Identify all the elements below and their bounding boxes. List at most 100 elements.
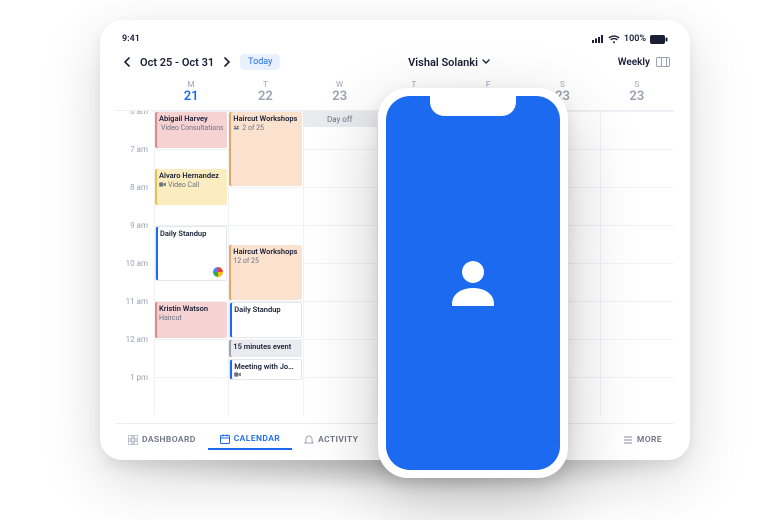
time-slot[interactable] xyxy=(154,339,228,377)
time-slot[interactable] xyxy=(303,225,377,263)
hour-label: 1 pm xyxy=(116,373,154,411)
status-bar: 9:41 100% xyxy=(116,34,674,52)
status-time: 9:41 xyxy=(122,34,140,44)
time-slot[interactable] xyxy=(600,225,674,263)
calendar-event[interactable]: Haircut Workshops2 of 25 xyxy=(229,112,301,186)
time-slot[interactable] xyxy=(600,111,674,149)
time-slot[interactable] xyxy=(228,377,302,415)
event-subtitle: Video Consultations xyxy=(159,124,223,132)
calendar-owner-dropdown[interactable]: Vishal Solanki xyxy=(408,56,490,69)
tab-activity-label: ACTIVITY xyxy=(318,435,358,445)
prev-week-button[interactable] xyxy=(120,55,134,69)
event-title: Daily Standup xyxy=(234,306,296,315)
view-mode-label[interactable]: Weekly xyxy=(618,57,650,68)
day-number: 23 xyxy=(600,89,674,104)
hour-label: 8 am xyxy=(116,183,154,221)
time-slot[interactable] xyxy=(600,263,674,301)
time-slot[interactable] xyxy=(600,377,674,415)
group-icon xyxy=(233,125,240,130)
day-of-week: M xyxy=(154,80,228,89)
phone-notch xyxy=(430,96,516,116)
calendar-event[interactable]: 15 minutes event xyxy=(229,340,301,357)
event-title: Alvaro Hernandez xyxy=(159,172,223,181)
chevron-down-icon xyxy=(482,59,490,65)
calendar-owner-name: Vishal Solanki xyxy=(408,56,478,69)
phone-frame xyxy=(378,88,568,478)
signal-icon xyxy=(592,35,604,43)
day-of-week: S xyxy=(600,80,674,89)
event-subtitle: 2 of 25 xyxy=(233,124,297,132)
video-icon xyxy=(159,182,166,187)
time-slot[interactable] xyxy=(303,149,377,187)
today-button[interactable]: Today xyxy=(240,54,280,70)
time-slot[interactable] xyxy=(600,339,674,377)
time-slot[interactable] xyxy=(303,301,377,339)
person-icon xyxy=(442,252,504,314)
calendar-event[interactable]: Haircut Workshops12 of 25 xyxy=(229,245,301,300)
google-icon xyxy=(213,267,223,277)
tab-activity[interactable]: ACTIVITY xyxy=(292,431,370,449)
calendar-event[interactable]: Daily Standup xyxy=(229,302,301,338)
time-slot[interactable] xyxy=(600,301,674,339)
bell-icon xyxy=(304,435,314,445)
event-title: Abigail Harvey xyxy=(159,115,223,124)
hour-label: 11 am xyxy=(116,297,154,335)
day-of-week: W xyxy=(303,80,377,89)
event-title: 15 minutes event xyxy=(233,343,297,352)
battery-text: 100% xyxy=(624,34,646,44)
calendar-event[interactable]: Alvaro HernandezVideo Call xyxy=(155,169,227,205)
day-header[interactable]: W23 xyxy=(303,80,377,104)
view-columns-icon[interactable] xyxy=(656,57,670,67)
time-slot[interactable] xyxy=(228,187,302,225)
event-subtitle: Haircut xyxy=(159,314,223,322)
hour-label: 10 am xyxy=(116,259,154,297)
battery-icon xyxy=(650,35,668,44)
day-of-week: T xyxy=(228,80,302,89)
wifi-icon xyxy=(608,35,620,44)
next-week-button[interactable] xyxy=(220,55,234,69)
day-header[interactable]: S23 xyxy=(600,80,674,104)
tab-dashboard[interactable]: DASHBOARD xyxy=(116,431,208,449)
hour-label: 7 am xyxy=(116,145,154,183)
time-slot[interactable] xyxy=(303,263,377,301)
event-title: Kristin Watson xyxy=(159,305,223,314)
day-number: 21 xyxy=(154,89,228,104)
time-slot[interactable] xyxy=(600,187,674,225)
date-range[interactable]: Oct 25 - Oct 31 xyxy=(140,56,214,69)
time-slot[interactable] xyxy=(154,377,228,415)
event-title: Daily Standup xyxy=(160,230,222,239)
calendar-event[interactable]: Meeting with Jo… xyxy=(229,359,301,380)
tab-more[interactable]: MORE xyxy=(611,431,674,449)
menu-icon xyxy=(623,435,633,445)
time-slot[interactable] xyxy=(303,187,377,225)
calendar-header: Oct 25 - Oct 31 Today Vishal Solanki Wee… xyxy=(116,52,674,76)
day-header[interactable]: M21 xyxy=(154,80,228,104)
calendar-event[interactable]: Abigail HarveyVideo Consultations xyxy=(155,112,227,148)
status-right: 100% xyxy=(592,34,668,44)
tab-dashboard-label: DASHBOARD xyxy=(142,435,196,445)
tab-calendar[interactable]: CALENDAR xyxy=(208,430,292,450)
time-slot[interactable] xyxy=(303,339,377,377)
day-off-banner: Day off xyxy=(303,111,377,127)
event-title: Haircut Workshops xyxy=(233,115,297,124)
day-number: 22 xyxy=(228,89,302,104)
event-title: Meeting with Jo… xyxy=(234,363,296,372)
dashboard-icon xyxy=(128,435,138,445)
event-subtitle: 12 of 25 xyxy=(233,257,297,265)
day-number: 23 xyxy=(303,89,377,104)
tab-more-label: MORE xyxy=(637,435,662,445)
event-subtitle xyxy=(234,372,296,377)
event-subtitle: Video Call xyxy=(159,181,223,189)
phone-screen xyxy=(386,96,560,470)
video-icon xyxy=(234,372,241,377)
event-title: Haircut Workshops xyxy=(233,248,297,257)
calendar-icon xyxy=(220,434,230,444)
calendar-event[interactable]: Daily Standup xyxy=(155,226,227,281)
hour-label: 6 am xyxy=(116,111,154,145)
tab-calendar-label: CALENDAR xyxy=(234,434,280,444)
day-header[interactable]: T22 xyxy=(228,80,302,104)
hour-label: 12 am xyxy=(116,335,154,373)
time-slot[interactable] xyxy=(600,149,674,187)
time-slot[interactable] xyxy=(303,377,377,415)
calendar-event[interactable]: Kristin WatsonHaircut xyxy=(155,302,227,338)
